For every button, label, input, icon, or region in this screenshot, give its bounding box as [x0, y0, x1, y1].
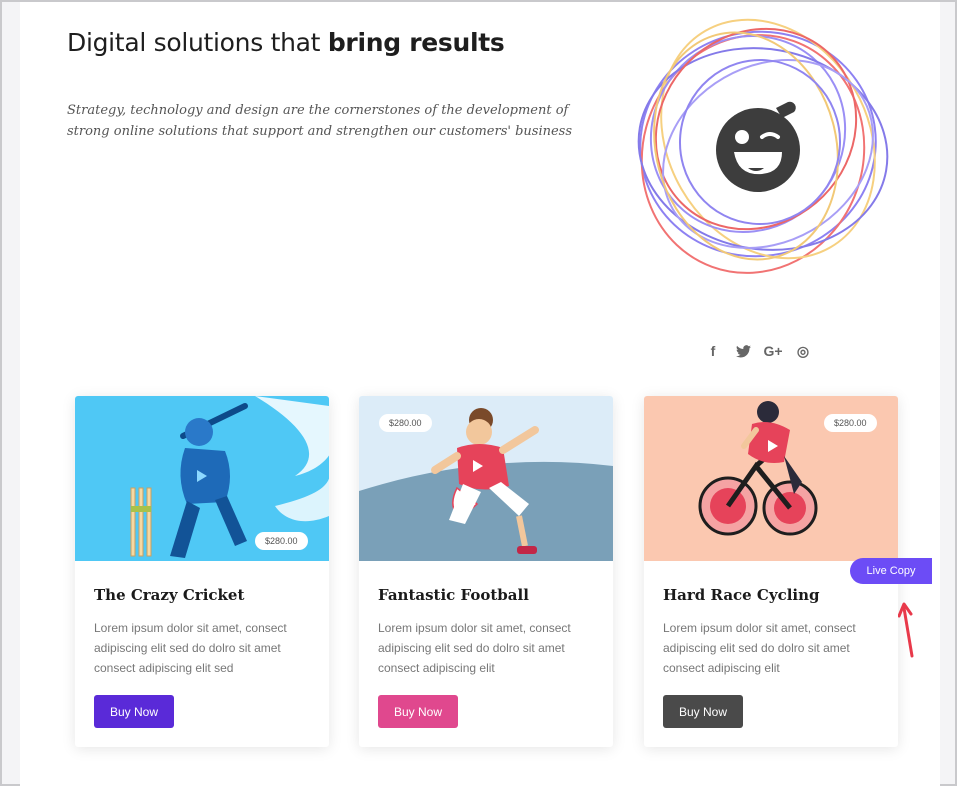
card-description: Lorem ipsum dolor sit amet, consect adip…	[94, 621, 287, 675]
card-title: Fantastic Football	[378, 586, 529, 604]
hero-title-regular: Digital solutions that	[67, 28, 328, 57]
facebook-icon[interactable]: f	[704, 342, 722, 360]
buy-now-button[interactable]: Buy Now	[663, 695, 743, 728]
page: Digital solutions that bring results Str…	[20, 2, 940, 786]
google-plus-icon[interactable]: G+	[763, 342, 782, 360]
football-image: $280.00	[359, 396, 613, 561]
price-tag: $280.00	[255, 532, 308, 550]
product-card-cricket: $280.00 The Crazy Cricket Lorem ipsum do…	[75, 396, 329, 747]
hero-subtitle: Strategy, technology and design are the …	[67, 103, 573, 139]
buy-now-button[interactable]: Buy Now	[378, 695, 458, 728]
cycling-image: $280.00	[644, 396, 898, 561]
price-tag: $280.00	[379, 414, 432, 432]
social-links: f G+ ◎	[704, 342, 812, 360]
product-card-football: $280.00 Fantastic Football Lorem ipsum d…	[359, 396, 613, 747]
price-tag: $280.00	[824, 414, 877, 432]
arrow-annotation-icon	[898, 602, 914, 658]
dribbble-icon[interactable]: ◎	[794, 342, 812, 360]
card-description: Lorem ipsum dolor sit amet, consect adip…	[663, 621, 856, 675]
smiley-icon	[716, 101, 800, 192]
hero-title-bold: bring results	[327, 28, 505, 57]
card-title: Hard Race Cycling	[663, 586, 820, 604]
cricket-image: $280.00	[75, 396, 329, 561]
hero-title: Digital solutions that bring results	[67, 28, 505, 57]
scribble-face-illustration	[637, 18, 889, 274]
twitter-icon[interactable]	[734, 342, 752, 360]
screenshot-frame: Digital solutions that bring results Str…	[0, 0, 957, 786]
card-title: The Crazy Cricket	[94, 586, 245, 604]
buy-now-button[interactable]: Buy Now	[94, 695, 174, 728]
live-copy-button[interactable]: Live Copy	[850, 558, 932, 584]
card-description: Lorem ipsum dolor sit amet, consect adip…	[378, 621, 571, 675]
